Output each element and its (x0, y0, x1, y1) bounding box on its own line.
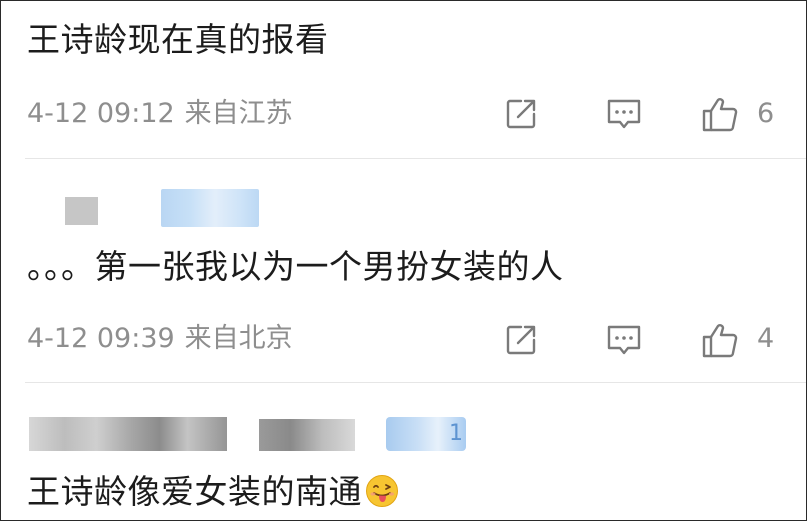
comment-text-content: 王诗龄像爱女装的南通 (27, 472, 362, 511)
reply-button[interactable] (604, 320, 644, 360)
comment-icon (607, 99, 641, 129)
reply-button[interactable] (604, 94, 644, 134)
like-count: 6 (757, 98, 775, 129)
comment-item: 。。。第一张我以为一个男扮女装的人 4-12 09:39 来自北京 4 (1, 160, 806, 382)
comment-list: 王诗龄现在真的报看 4-12 09:12 来自江苏 6 。。。第一张我以为一个男… (0, 0, 807, 521)
comment-icon (607, 325, 641, 355)
blurred-username[interactable] (29, 417, 227, 451)
like-button[interactable] (700, 320, 740, 360)
comment-item: 王诗龄现在真的报看 4-12 09:12 来自江苏 6 (1, 1, 806, 159)
comment-location: 来自北京 (184, 323, 293, 354)
blurred-avatar[interactable] (65, 197, 98, 225)
divider (25, 382, 806, 383)
thumbs-up-icon (702, 324, 738, 358)
comment-item: 1 王诗龄像爱女装的南通 (1, 384, 806, 520)
share-button[interactable] (501, 94, 541, 134)
share-button[interactable] (501, 320, 541, 360)
share-icon (506, 325, 536, 355)
blurred-username[interactable] (161, 189, 259, 227)
comment-location: 来自江苏 (184, 98, 293, 129)
comment-meta: 4-12 09:39 来自北京 (27, 323, 293, 355)
divider (25, 158, 806, 159)
comment-text: 王诗龄现在真的报看 (27, 20, 329, 59)
like-button[interactable] (700, 94, 740, 134)
comment-meta: 4-12 09:12 来自江苏 (27, 98, 293, 130)
comment-text: 。。。第一张我以为一个男扮女装的人 (27, 247, 564, 286)
thumbs-up-icon (702, 98, 738, 132)
tongue-out-emoji-icon (366, 475, 398, 507)
comment-text: 王诗龄像爱女装的南通 (27, 472, 399, 512)
blurred-username-suffix (259, 419, 355, 451)
like-count: 4 (757, 323, 775, 354)
comment-time: 4-12 09:12 (27, 98, 175, 129)
badge-number: 1 (449, 421, 463, 446)
comment-time: 4-12 09:39 (27, 323, 175, 354)
share-icon (506, 99, 536, 129)
